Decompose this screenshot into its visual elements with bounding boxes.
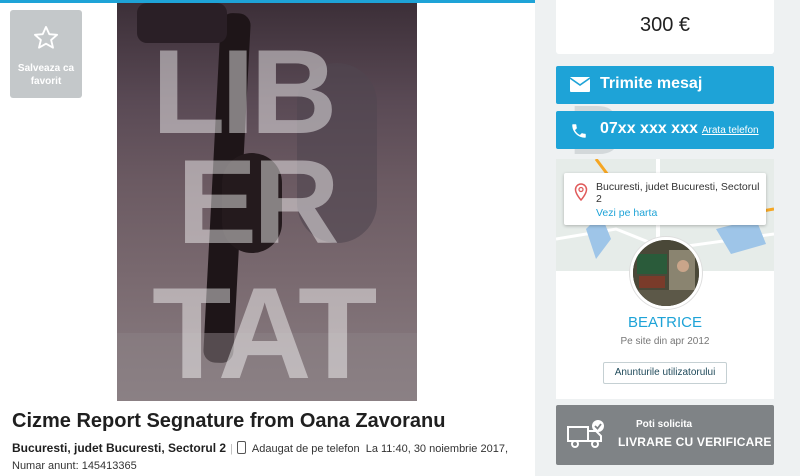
envelope-icon [570, 77, 590, 92]
seller-name[interactable]: BEATRICE [556, 314, 774, 331]
map-address-bubble: Bucuresti, judet Bucuresti, Sectorul 2 V… [564, 173, 766, 225]
location-pin-icon [574, 183, 588, 201]
delivery-truck-icon [567, 420, 604, 448]
phone-icon [572, 124, 586, 138]
added-at: La 11:40, 30 noiembrie 2017, [365, 443, 508, 455]
price: 300 € [639, 14, 691, 36]
show-phone-link[interactable]: Arata telefon [702, 125, 759, 136]
listing-title: Cizme Report Segnature from Oana Zavoran… [12, 410, 446, 432]
price-box: 300 € [556, 0, 774, 54]
seller-card: Bucuresti, judet Bucuresti, Sectorul 2 V… [556, 159, 774, 399]
ad-number: Numar anunt: 145413365 [12, 460, 137, 472]
phone-number: 07xx xxx xxx Arata telefon [600, 120, 759, 137]
delivery-verification-button[interactable]: Poti solicita LIVRARE CU VERIFICARE [556, 405, 774, 465]
delivery-line1: Poti solicita [636, 419, 693, 430]
watermark-tat: TAT [152, 260, 377, 401]
save-favorite-button[interactable]: Salveaza ca favorit [10, 10, 82, 98]
seller-avatar[interactable] [630, 237, 702, 309]
seller-since: Pe site din apr 2012 [620, 336, 710, 347]
map-address: Bucuresti, judet Bucuresti, Sectorul 2 [596, 181, 760, 205]
listing-meta: Bucuresti, judet Bucuresti, Sectorul 2 | A… [12, 441, 508, 472]
watermark-er: ER [177, 135, 340, 269]
listing-photo[interactable]: LIB ER TAT [117, 3, 417, 401]
save-favorite-label: Salveaza ca favorit [17, 63, 75, 87]
star-icon [33, 25, 59, 49]
user-ads-button[interactable]: Anunturile utilizatorului [603, 362, 727, 384]
send-message-button[interactable]: Trimite mesaj [556, 66, 774, 104]
mobile-phone-icon [236, 441, 246, 454]
phone-button[interactable]: 07xx xxx xxx Arata telefon [556, 111, 774, 149]
listing-location: Bucuresti, judet Bucuresti, Sectorul 2 [12, 441, 227, 455]
added-via: Adaugat de pe telefon [251, 443, 360, 455]
delivery-line2: LIVRARE CU VERIFICARE [618, 435, 772, 449]
send-message-label: Trimite mesaj [600, 75, 703, 92]
view-on-map-link[interactable]: Vezi pe harta [596, 207, 657, 219]
